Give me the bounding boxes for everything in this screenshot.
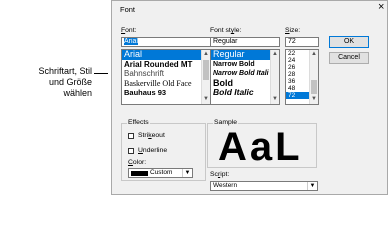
underline-checkbox[interactable] [128,148,134,154]
callout-leader-line [94,73,108,74]
sample-group: Sample AaL [207,119,317,168]
style-item-bold-italic[interactable]: Bold Italic [211,88,279,98]
effects-label: Effects [127,119,150,126]
script-label: Script: [210,171,230,178]
script-select[interactable]: Western ▼ [210,181,318,191]
size-list[interactable]: 22 24 26 28 36 48 72 ▲ ▼ [285,49,319,105]
size-list-scrollbar[interactable]: ▲ ▼ [309,50,318,104]
size-input[interactable]: 72 [285,37,319,47]
scroll-up-icon[interactable]: ▲ [271,50,279,59]
scroll-up-icon[interactable]: ▲ [310,50,318,59]
chevron-down-icon[interactable]: ▼ [307,182,317,190]
style-item-narrow-bold[interactable]: Narrow Bold [211,60,279,70]
color-value: Custom [150,169,173,176]
color-select[interactable]: Custom ▼ [128,168,193,178]
color-swatch [131,171,148,176]
size-label: Size: [285,27,301,34]
font-label: Font: [121,27,137,34]
style-list-scrollbar[interactable]: ▲ ▼ [270,50,279,104]
font-input-value: Arial [124,38,139,45]
callout-text: Schriftart, Stil und Größe wählen [6,66,92,99]
style-item-regular[interactable]: Regular [211,50,279,60]
font-item-bauhaus[interactable]: Bauhaus 93 [122,88,210,98]
style-item-bold[interactable]: Bold [211,79,279,89]
strikeout-label: Strikeout [138,132,165,139]
scroll-thumb[interactable] [311,80,317,94]
effects-group: Effects Strikeout Underline Color: Custo… [121,119,206,181]
font-dialog: Font × Font: Arial Arial Arial Rounded M… [111,0,388,195]
dialog-title: Font [120,5,136,14]
font-style-list[interactable]: Regular Narrow Bold Narrow Bold Itali Bo… [210,49,280,105]
callout-line-1: Schriftart, Stil [38,66,92,76]
font-list-scrollbar[interactable]: ▲ ▼ [201,50,210,104]
cancel-button[interactable]: Cancel [329,52,369,64]
scroll-down-icon[interactable]: ▼ [202,95,210,104]
color-label: Color: [128,159,147,166]
sample-preview: AaL [216,129,301,165]
chevron-down-icon[interactable]: ▼ [182,169,192,177]
callout-line-2: und Größe [48,77,92,87]
scroll-up-icon[interactable]: ▲ [202,50,210,59]
font-item-baskerville[interactable]: Baskerville Old Face [122,79,210,89]
scroll-thumb[interactable] [203,60,209,80]
close-icon[interactable]: × [378,1,384,13]
scroll-down-icon[interactable]: ▼ [310,95,318,104]
font-list[interactable]: Arial Arial Rounded MT Bahnschrift Baske… [121,49,211,105]
font-style-label: Font style: [210,27,242,34]
sample-label: Sample [213,119,239,126]
style-item-narrow-bold-italic[interactable]: Narrow Bold Itali [211,69,279,79]
script-value: Western [213,182,238,189]
ok-button[interactable]: OK [329,36,369,48]
font-input[interactable]: Arial [121,37,211,47]
strikeout-checkbox[interactable] [128,133,134,139]
sample-text: AaL [218,129,301,165]
underline-label: Underline [138,147,168,154]
font-item-arial-rounded[interactable]: Arial Rounded MT [122,60,210,70]
scroll-down-icon[interactable]: ▼ [271,95,279,104]
font-item-arial[interactable]: Arial [122,50,210,60]
callout-line-3: wählen [63,88,92,98]
font-style-input[interactable]: Regular [210,37,280,47]
font-item-bahnschrift[interactable]: Bahnschrift [122,69,210,79]
